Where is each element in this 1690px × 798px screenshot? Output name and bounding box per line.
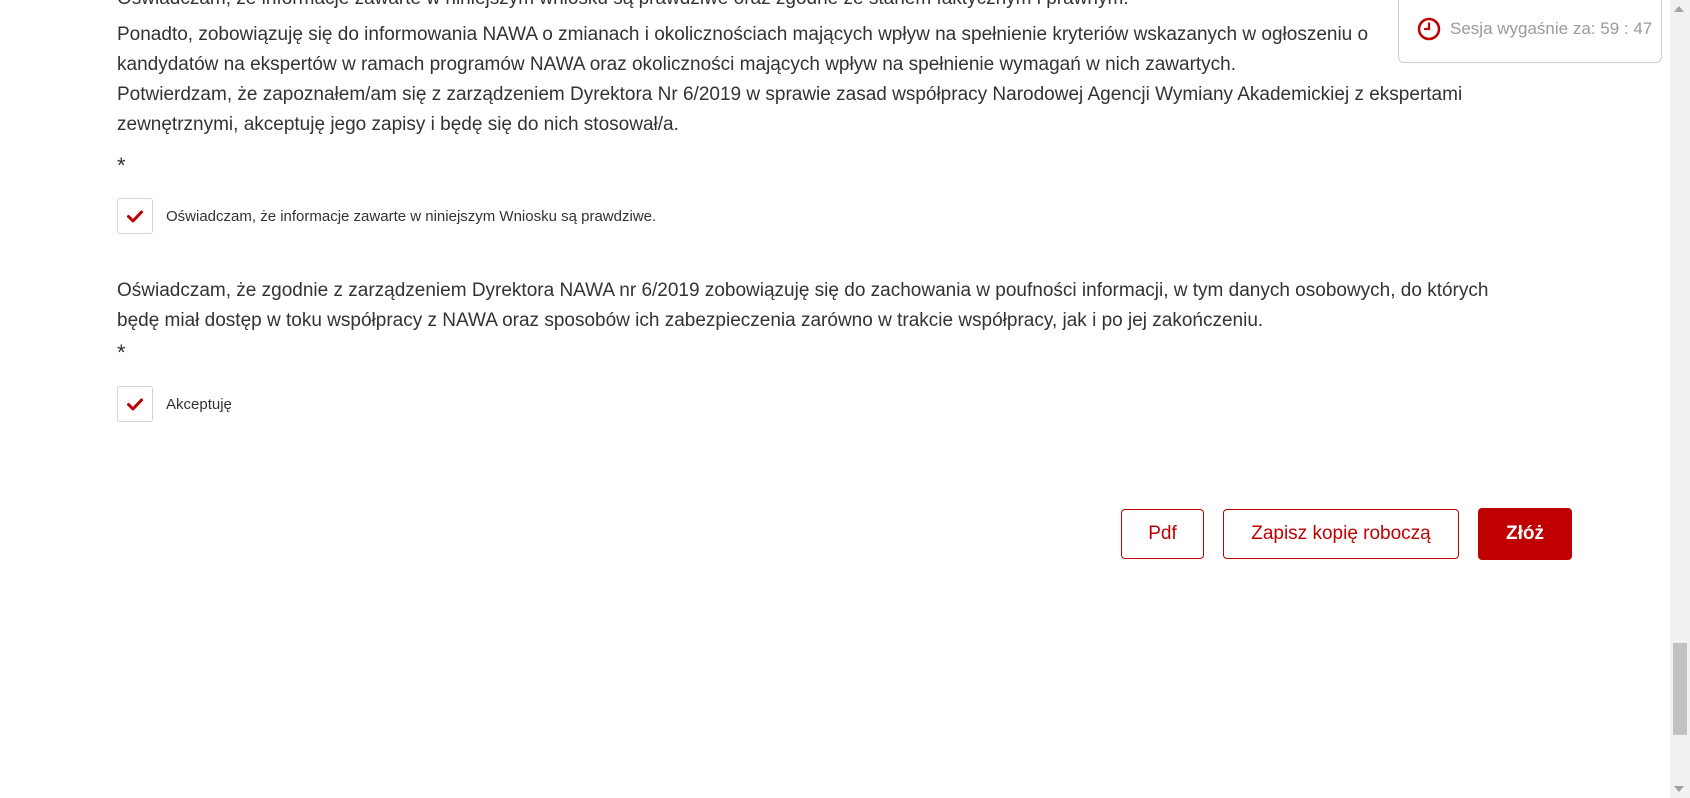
submit-button[interactable]: Złóż: [1478, 508, 1572, 560]
truth-declaration-row: Oświadczam, że informacje zawarte w nini…: [117, 198, 656, 234]
session-timer-text: Sesja wygaśnie za: 59 : 47: [1450, 18, 1653, 38]
scroll-up-arrow-icon[interactable]: [1674, 6, 1684, 12]
accept-row: Akceptuję: [117, 386, 232, 422]
accept-label: Akceptuję: [166, 395, 232, 413]
required-mark-2: *: [117, 340, 126, 365]
session-timer: Sesja wygaśnie za: 59 : 47: [1398, 0, 1662, 63]
paragraph-1-line-1: Ponadto, zobowiązuję się do informowania…: [117, 24, 1369, 45]
scroll-down-arrow-icon[interactable]: [1674, 786, 1684, 792]
declaration-paragraph-2: Oświadczam, że zgodnie z zarządzeniem Dy…: [117, 276, 1567, 336]
save-draft-button[interactable]: Zapisz kopię roboczą: [1223, 509, 1459, 559]
truth-declaration-checkbox[interactable]: [117, 198, 153, 234]
clock-icon: [1417, 17, 1441, 40]
paragraph-2-line-1: Oświadczam, że zgodnie z zarządzeniem Dy…: [117, 280, 1489, 301]
vertical-scrollbar[interactable]: [1670, 0, 1690, 798]
pdf-button[interactable]: Pdf: [1121, 509, 1204, 559]
declaration-paragraph-1: Ponadto, zobowiązuję się do informowania…: [117, 20, 1567, 140]
paragraph-2-line-2: będę miał dostęp w toku współpracy z NAW…: [117, 310, 1264, 331]
truth-declaration-label: Oświadczam, że informacje zawarte w nini…: [166, 207, 657, 225]
checkmark-icon: [127, 210, 143, 222]
paragraph-1-line-3: Potwierdzam, że zapoznałem/am się z zarz…: [117, 84, 1463, 105]
scrollbar-thumb[interactable]: [1673, 643, 1687, 735]
paragraph-1-line-2: kandydatów na ekspertów w ramach program…: [117, 54, 1237, 75]
accept-checkbox[interactable]: [117, 386, 153, 422]
paragraph-1-line-4: zewnętrznymi, akceptuję jego zapisy i bę…: [117, 114, 679, 135]
checkmark-icon: [127, 398, 143, 410]
required-mark-1: *: [117, 153, 126, 178]
partial-text-top: Oświadczam, że informacje zawarte w nini…: [117, 0, 1129, 14]
application-form-page: Oświadczam, że informacje zawarte w nini…: [0, 0, 1690, 798]
